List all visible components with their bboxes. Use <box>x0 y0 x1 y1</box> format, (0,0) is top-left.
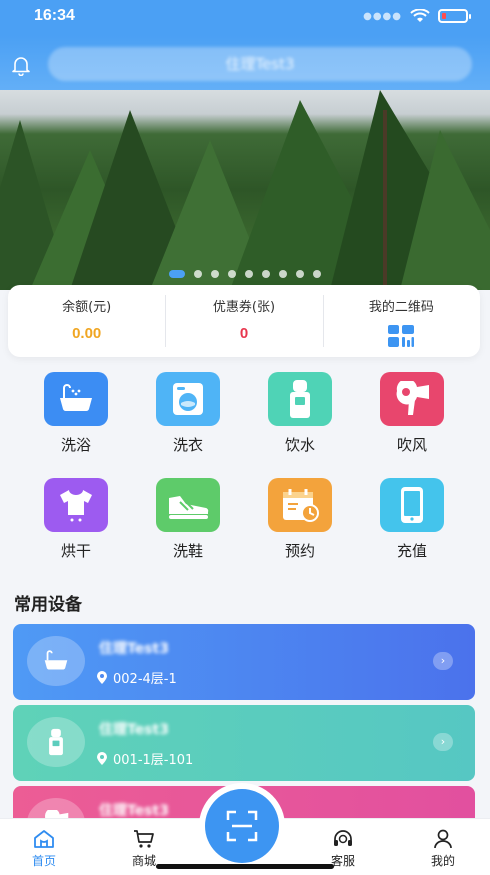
status-icons: ●●●● <box>363 9 471 23</box>
qr-code-stat[interactable]: 我的二维码 <box>322 285 480 357</box>
coupon-stat[interactable]: 优惠券(张) 0 <box>165 285 322 357</box>
carousel-dot[interactable] <box>169 270 185 278</box>
device-location: 001-1层-101 <box>97 749 193 768</box>
scan-icon <box>226 810 258 842</box>
banner-carousel[interactable] <box>0 90 490 290</box>
qr-grid-icon <box>388 325 415 347</box>
cart-icon <box>134 830 154 848</box>
tshirt-icon <box>44 478 108 532</box>
service-hairdryer[interactable]: 吹风 <box>362 372 462 455</box>
balance-value: 0.00 <box>72 325 102 342</box>
carousel-dot[interactable] <box>194 270 202 278</box>
phone-icon <box>380 478 444 532</box>
service-booking-label: 预约 <box>284 542 315 560</box>
qr-code-label: 我的二维码 <box>368 300 434 315</box>
service-laundry[interactable]: 洗衣 <box>138 372 238 455</box>
tab-home-label: 首页 <box>31 854 56 868</box>
balance-label: 余额(元) <box>62 300 112 315</box>
tab-home[interactable]: 首页 <box>14 829 74 869</box>
header: 住理Test3 <box>0 36 490 90</box>
battery-level <box>442 13 447 19</box>
device-card[interactable]: 住理Test3 002-4层-1 › <box>13 624 475 700</box>
device-location-text: 001-1层-101 <box>113 753 194 768</box>
service-laundry-label: 洗衣 <box>172 436 203 454</box>
washing-machine-icon <box>156 372 220 426</box>
user-icon <box>434 829 452 849</box>
tab-profile-label: 我的 <box>430 854 455 868</box>
coupon-value: 0 <box>239 325 249 342</box>
signal-icon: ●●●● <box>363 10 402 22</box>
section-title: 常用设备 <box>14 595 82 615</box>
coupon-label: 优惠券(张) <box>212 300 276 315</box>
device-card[interactable]: 住理Test3 001-1层-101 › <box>13 705 475 781</box>
service-shoes[interactable]: 洗鞋 <box>138 478 238 561</box>
service-grid: 洗浴 洗衣 饮水 吹风 烘干 洗鞋 预约 充值 <box>0 372 490 572</box>
banner-image <box>0 90 490 290</box>
device-name: 住理Test3 <box>99 803 169 819</box>
balance-stat[interactable]: 余额(元) 0.00 <box>8 285 165 357</box>
carousel-dot[interactable] <box>245 270 253 278</box>
carousel-dot[interactable] <box>313 270 321 278</box>
status-bar: 16:34 ●●●● <box>0 0 490 36</box>
account-summary-card: 余额(元) 0.00 优惠券(张) 0 我的二维码 <box>8 285 480 357</box>
tab-service-label: 客服 <box>330 854 355 868</box>
device-location-text: 002-4层-1 <box>113 672 177 687</box>
tab-mall[interactable]: 商城 <box>114 829 174 869</box>
carousel-dot[interactable] <box>262 270 270 278</box>
location-pin-icon <box>97 752 107 765</box>
device-location: 002-4层-1 <box>97 668 177 687</box>
bathtub-icon <box>44 372 108 426</box>
location-pin-icon <box>97 671 107 684</box>
water-dispenser-icon <box>268 372 332 426</box>
wifi-icon <box>410 9 430 22</box>
carousel-dot[interactable] <box>228 270 236 278</box>
service-water-label: 饮水 <box>284 436 315 454</box>
home-icon <box>34 830 54 848</box>
battery-icon <box>438 9 471 23</box>
service-hairdryer-label: 吹风 <box>396 436 427 454</box>
device-name: 住理Test3 <box>99 641 169 657</box>
service-bath[interactable]: 洗浴 <box>26 372 126 455</box>
service-dryer-label: 烘干 <box>60 542 91 560</box>
tab-service[interactable]: 客服 <box>313 829 373 869</box>
service-recharge[interactable]: 充值 <box>362 478 462 561</box>
service-dryer[interactable]: 烘干 <box>26 478 126 561</box>
service-booking[interactable]: 预约 <box>250 478 350 561</box>
water-dispenser-icon <box>27 717 85 767</box>
scan-button[interactable] <box>205 789 279 863</box>
chevron-right-icon[interactable]: › <box>433 733 453 751</box>
service-bath-label: 洗浴 <box>60 436 91 454</box>
carousel-dot[interactable] <box>296 270 304 278</box>
carousel-indicator <box>0 270 490 278</box>
carousel-dot[interactable] <box>211 270 219 278</box>
device-name: 住理Test3 <box>99 722 169 738</box>
status-time: 16:34 <box>34 7 75 24</box>
bell-icon[interactable] <box>10 54 32 76</box>
bathtub-icon <box>27 636 85 686</box>
tab-profile[interactable]: 我的 <box>413 829 473 869</box>
search-bar[interactable]: 住理Test3 <box>48 47 472 81</box>
hair-dryer-icon <box>380 372 444 426</box>
calendar-clock-icon <box>268 478 332 532</box>
service-recharge-label: 充值 <box>396 542 427 560</box>
chevron-right-icon[interactable]: › <box>433 652 453 670</box>
headset-icon <box>334 830 352 846</box>
sneaker-icon <box>156 478 220 532</box>
carousel-dot[interactable] <box>279 270 287 278</box>
tab-mall-label: 商城 <box>131 854 156 868</box>
service-shoes-label: 洗鞋 <box>172 542 203 560</box>
service-water[interactable]: 饮水 <box>250 372 350 455</box>
home-indicator <box>156 864 334 869</box>
